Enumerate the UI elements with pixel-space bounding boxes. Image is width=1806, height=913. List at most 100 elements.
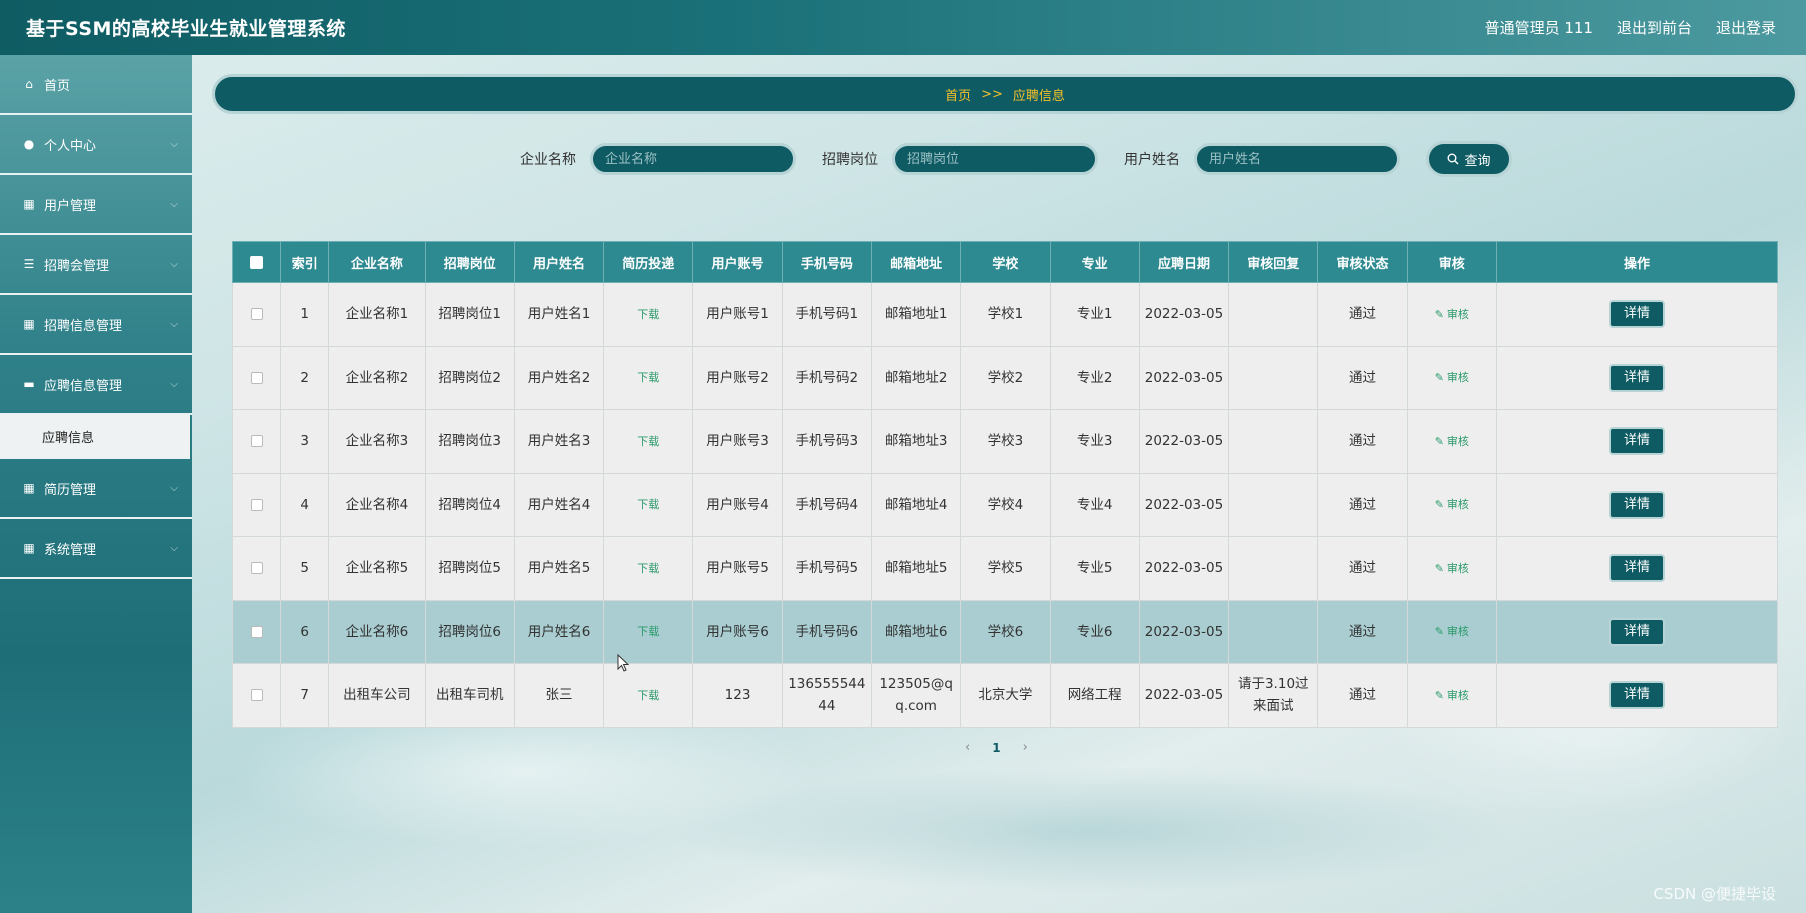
cell-phone: 手机号码6 (781, 599, 872, 664)
row-checkbox[interactable] (250, 308, 263, 321)
detail-button[interactable]: 详情 (1608, 554, 1665, 583)
column-header: 审核状态 (1317, 241, 1408, 283)
operation-cell: 详情 (1495, 599, 1779, 664)
column-header: 学校 (960, 241, 1051, 283)
detail-button[interactable]: 详情 (1608, 363, 1665, 392)
cell-school: 学校2 (960, 345, 1051, 410)
row-checkbox[interactable] (250, 371, 263, 384)
resume-download-link[interactable]: 下载 (637, 498, 659, 511)
cell-name: 张三 (513, 663, 605, 728)
sidebar-item-personal-center[interactable]: ● 个人中心 ⌵ (0, 115, 192, 175)
resume-cell: 下载 (603, 536, 694, 601)
audit-label: 审核 (1446, 307, 1469, 321)
cell-major: 专业5 (1049, 536, 1140, 601)
resume-download-link[interactable]: 下载 (637, 371, 659, 384)
audit-cell: ✎ 审核 (1406, 536, 1497, 601)
detail-button[interactable]: 详情 (1608, 617, 1665, 646)
logout-link[interactable]: 退出登录 (1716, 17, 1776, 38)
row-checkbox[interactable] (250, 498, 263, 511)
sidebar-item-recruitment-info-management[interactable]: ▦ 招聘信息管理 ⌵ (0, 295, 192, 355)
sidebar-item-label: 简历管理 (44, 482, 97, 498)
cell-status: 通过 (1317, 663, 1408, 728)
breadcrumb-home[interactable]: 首页 (945, 85, 971, 104)
table-row[interactable]: 3 企业名称3 招聘岗位3 用户姓名3 下载 用户账号3 手机号码3 邮箱地址3 学校3 专业3 2… (231, 409, 1779, 474)
row-checkbox[interactable] (250, 625, 263, 638)
app-title: 基于SSM的高校毕业生就业管理系统 (26, 18, 346, 40)
next-page-button[interactable]: › (1023, 740, 1028, 755)
cell-company: 企业名称4 (328, 472, 426, 537)
row-select-cell (231, 282, 282, 347)
chevron-down-icon: ⌵ (170, 258, 178, 270)
detail-button[interactable]: 详情 (1608, 681, 1665, 710)
search-button[interactable]: 查询 (1426, 141, 1512, 177)
cell-email: 邮箱地址3 (870, 409, 962, 474)
table-row[interactable]: 6 企业名称6 招聘岗位6 用户姓名6 下载 用户账号6 手机号码6 邮箱地址6 学校6 专业6 2… (231, 599, 1779, 664)
table-row[interactable]: 2 企业名称2 招聘岗位2 用户姓名2 下载 用户账号2 手机号码2 邮箱地址2 学校2 专业2 2… (231, 345, 1779, 410)
cell-idx: 7 (280, 663, 330, 728)
sidebar-item-system-management[interactable]: ▦ 系统管理 ⌵ (0, 519, 192, 579)
current-user-label[interactable]: 普通管理员 111 (1485, 17, 1593, 38)
operation-cell: 详情 (1495, 409, 1779, 474)
audit-label: 审核 (1446, 371, 1469, 385)
table-row[interactable]: 5 企业名称5 招聘岗位5 用户姓名5 下载 用户账号5 手机号码5 邮箱地址5 学校5 专业5 2… (231, 536, 1779, 601)
row-checkbox[interactable] (250, 562, 263, 575)
resume-download-link[interactable]: 下载 (637, 435, 659, 448)
sidebar-item-resume-management[interactable]: ▦ 简历管理 ⌵ (0, 459, 192, 519)
resume-download-link[interactable]: 下载 (637, 308, 659, 321)
cell-school: 学校5 (960, 536, 1051, 601)
table-row[interactable]: 7 出租车公司 出租车司机 张三 下载 123 13655554444 123505@qq.c… (231, 663, 1779, 728)
audit-link[interactable]: ✎ 审核 (1435, 308, 1469, 321)
cell-status: 通过 (1317, 345, 1408, 410)
cell-date: 2022-03-05 (1138, 599, 1230, 664)
position-search-group: 招聘岗位 (822, 143, 1098, 175)
prev-page-button[interactable]: ‹ (965, 740, 970, 755)
cell-school: 北京大学 (960, 663, 1051, 728)
row-checkbox[interactable] (250, 689, 263, 702)
cell-account: 用户账号4 (692, 472, 783, 537)
cell-company: 企业名称3 (328, 409, 426, 474)
resume-download-link[interactable]: 下载 (637, 689, 659, 702)
grid-icon: ▦ (23, 317, 35, 331)
sidebar-item-job-fair-management[interactable]: ☰ 招聘会管理 ⌵ (0, 235, 192, 295)
resume-download-link[interactable]: 下载 (637, 562, 659, 575)
row-checkbox[interactable] (250, 435, 263, 448)
cell-school: 学校3 (960, 409, 1051, 474)
detail-button[interactable]: 详情 (1608, 490, 1665, 519)
audit-link[interactable]: ✎ 审核 (1435, 625, 1469, 638)
detail-button[interactable]: 详情 (1608, 300, 1665, 329)
detail-button[interactable]: 详情 (1608, 427, 1665, 456)
table-row[interactable]: 1 企业名称1 招聘岗位1 用户姓名1 下载 用户账号1 手机号码1 邮箱地址1 学校1 专业1 2… (231, 282, 1779, 347)
position-input[interactable] (892, 143, 1098, 175)
cell-name: 用户姓名1 (513, 282, 605, 347)
company-name-input[interactable] (590, 143, 796, 175)
cell-idx: 1 (280, 282, 330, 347)
cell-reply (1228, 409, 1319, 474)
audit-link[interactable]: ✎ 审核 (1435, 371, 1469, 384)
sidebar-item-user-management[interactable]: ▦ 用户管理 ⌵ (0, 175, 192, 235)
audit-link[interactable]: ✎ 审核 (1435, 689, 1469, 702)
cell-phone: 手机号码3 (781, 409, 872, 474)
audit-link[interactable]: ✎ 审核 (1435, 435, 1469, 448)
cell-phone: 手机号码1 (781, 282, 872, 347)
cell-reply (1228, 345, 1319, 410)
breadcrumb: 首页 >> 应聘信息 (212, 74, 1798, 114)
column-header: 应聘日期 (1138, 241, 1230, 283)
table-row[interactable]: 4 企业名称4 招聘岗位4 用户姓名4 下载 用户账号4 手机号码4 邮箱地址4 学校4 专业4 2… (231, 472, 1779, 537)
table-body: 1 企业名称1 招聘岗位1 用户姓名1 下载 用户账号1 手机号码1 邮箱地址1 学校1 专业1 2… (231, 282, 1779, 728)
resume-download-link[interactable]: 下载 (637, 625, 659, 638)
exit-to-front-link[interactable]: 退出到前台 (1617, 17, 1692, 38)
username-input[interactable] (1194, 143, 1400, 175)
sidebar-item-label: 招聘信息管理 (44, 318, 123, 334)
sidebar-item-home[interactable]: ⌂ 首页 (0, 55, 192, 115)
select-all-checkbox[interactable] (250, 255, 264, 269)
audit-link[interactable]: ✎ 审核 (1435, 498, 1469, 511)
sidebar-item-application-info-management[interactable]: ▬ 应聘信息管理 ⌵ (0, 355, 192, 415)
current-page-number[interactable]: 1 (992, 741, 1000, 755)
cell-name: 用户姓名5 (513, 536, 605, 601)
audit-link[interactable]: ✎ 审核 (1435, 562, 1469, 575)
column-header: 审核 (1406, 241, 1497, 283)
sidebar-subitem-application-info[interactable]: 应聘信息 (0, 415, 190, 459)
cell-account: 用户账号3 (692, 409, 783, 474)
pagination: ‹ 1 › (965, 740, 1028, 755)
grid-icon: ▦ (23, 541, 35, 555)
